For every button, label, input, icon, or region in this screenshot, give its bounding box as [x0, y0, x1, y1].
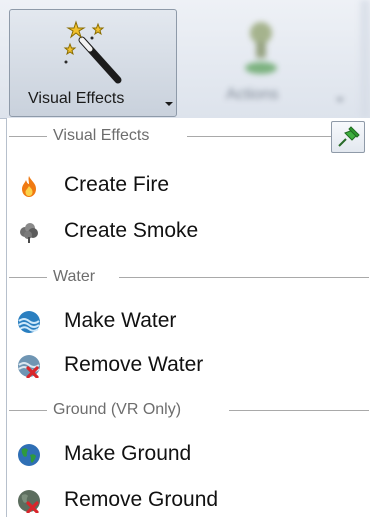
visual-effects-label: Visual Effects — [28, 90, 125, 107]
pin-icon — [338, 126, 360, 147]
separator-line — [9, 410, 47, 411]
menu-item-create-fire[interactable]: Create Fire — [7, 165, 370, 205]
menu-item-label: Create Fire — [64, 173, 170, 196]
actor-icon — [245, 22, 277, 74]
separator-line — [9, 136, 47, 137]
water-icon — [18, 311, 40, 333]
separator-line — [9, 277, 47, 278]
remove-water-icon — [18, 355, 40, 378]
smoke-icon — [20, 223, 38, 243]
chevron-down-icon — [165, 102, 173, 106]
menu-item-remove-water[interactable]: Remove Water — [7, 345, 370, 385]
menu-item-create-smoke[interactable]: Create Smoke — [7, 211, 370, 251]
section-header-water: Water — [7, 266, 370, 288]
menu-item-label: Make Water — [64, 309, 177, 332]
menu-item-label: Remove Water — [64, 353, 204, 376]
menu-item-make-ground[interactable]: Make Ground — [7, 434, 370, 474]
menu-item-label: Remove Ground — [64, 488, 219, 511]
menu-item-label: Make Ground — [64, 442, 192, 465]
magic-wand-icon — [63, 20, 122, 84]
pin-button[interactable] — [331, 121, 365, 153]
ribbon-overflow — [360, 0, 370, 118]
menu-item-make-water[interactable]: Make Water — [7, 301, 370, 341]
section-header-visual-effects: Visual Effects — [7, 125, 370, 147]
separator-line — [229, 410, 369, 411]
separator-line — [119, 277, 369, 278]
visual-effects-menu: Visual Effects Create Fire Create Smoke … — [6, 118, 370, 517]
globe-icon — [18, 444, 40, 466]
visual-effects-ribbon-button[interactable]: Visual Effects — [9, 9, 177, 117]
remove-ground-icon — [18, 490, 40, 513]
section-title: Water — [53, 268, 96, 285]
ribbon: Visual Effects Actions — [0, 0, 370, 119]
menu-item-label: Create Smoke — [64, 219, 199, 242]
section-title: Ground (VR Only) — [53, 401, 182, 418]
chevron-down-icon — [336, 98, 344, 102]
actions-label: Actions — [226, 86, 279, 103]
section-title: Visual Effects — [53, 127, 150, 144]
menu-item-remove-ground[interactable]: Remove Ground — [7, 480, 370, 520]
section-header-ground: Ground (VR Only) — [7, 399, 370, 421]
fire-icon — [22, 176, 36, 197]
separator-line — [187, 136, 335, 137]
